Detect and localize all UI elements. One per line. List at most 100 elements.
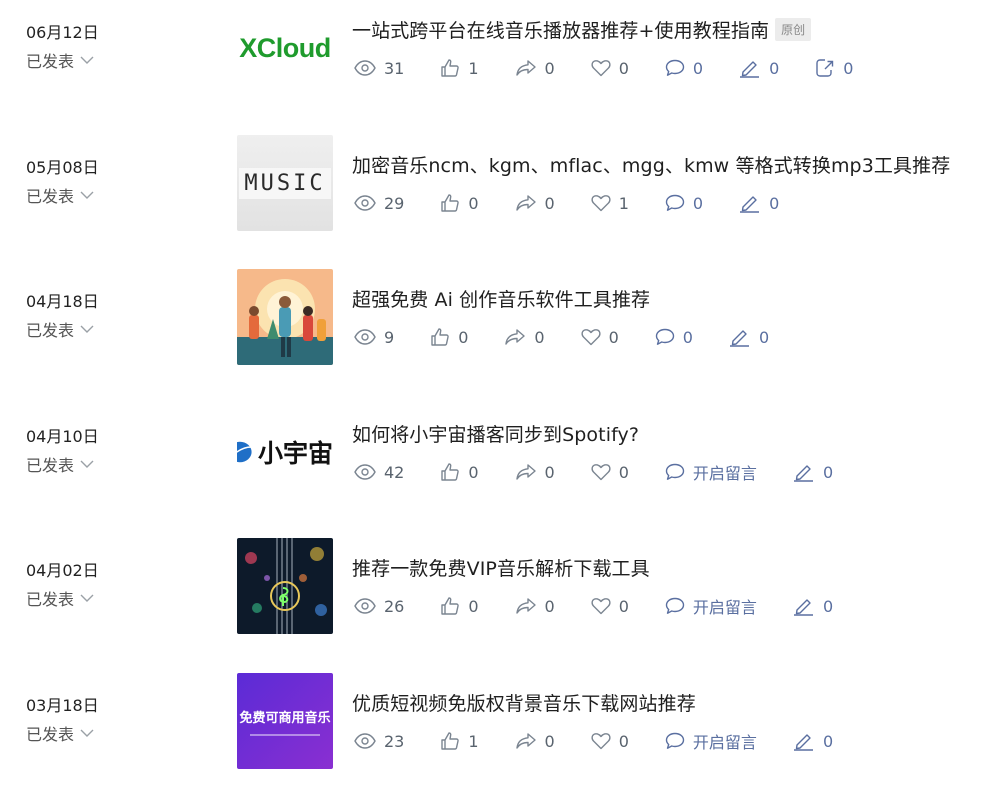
favorites-stat[interactable]: 0 — [591, 463, 629, 482]
article-stats: 23 1 0 0 开启留言 0 — [354, 729, 869, 753]
article-thumbnail[interactable]: 免费可商用音乐 — [237, 673, 333, 769]
article-list: 06月12日 已发表 XCloud 一站式跨平台在线音乐播放器推荐+使用教程指南… — [0, 0, 995, 791]
status-dropdown[interactable]: 已发表 — [26, 317, 136, 341]
title-line: 优质短视频免版权背景音乐下载网站推荐 — [352, 687, 696, 717]
share-arrow-icon — [515, 732, 537, 750]
pencil-icon — [739, 58, 761, 78]
shares-stat[interactable]: 0 — [515, 463, 555, 482]
article-thumbnail[interactable]: XCloud — [237, 0, 333, 96]
status-dropdown[interactable]: 已发表 — [26, 48, 136, 72]
date-column: 06月12日 已发表 — [26, 22, 136, 72]
open-comments-button[interactable]: 开启留言 — [665, 594, 757, 618]
views-stat[interactable]: 23 — [354, 732, 404, 751]
publish-date: 04月18日 — [26, 292, 99, 311]
status-label: 已发表 — [26, 52, 75, 71]
share-arrow-icon — [504, 328, 526, 346]
edits-stat[interactable]: 0 — [739, 193, 779, 213]
pencil-icon — [729, 327, 751, 347]
eye-icon — [354, 464, 376, 480]
eye-icon — [354, 598, 376, 614]
title-line: 推荐一款免费VIP音乐解析下载工具 — [352, 552, 650, 582]
status-label: 已发表 — [26, 321, 75, 340]
article-stats: 31 1 0 0 0 0 0 — [354, 56, 889, 80]
edits-count: 0 — [769, 193, 780, 213]
shares-stat[interactable]: 0 — [504, 327, 545, 347]
reposts-stat[interactable]: 0 — [815, 58, 853, 78]
likes-count: 0 — [468, 193, 479, 213]
date-column: 05月08日 已发表 — [26, 157, 136, 207]
comments-stat[interactable]: 0 — [665, 194, 703, 213]
chevron-down-icon — [80, 190, 94, 200]
likes-stat[interactable]: 1 — [440, 58, 479, 78]
date-column: 04月18日 已发表 — [26, 291, 136, 341]
shares-count: 0 — [534, 327, 545, 347]
shares-count: 0 — [544, 731, 555, 751]
article-row: 04月10日 已发表 小宇宙 如何将小宇宙播客同步到Spotify? 42 0 … — [0, 404, 995, 504]
views-stat[interactable]: 26 — [354, 597, 404, 616]
share-arrow-icon — [515, 194, 537, 212]
thumbs-up-icon — [440, 193, 460, 213]
views-count: 42 — [384, 462, 405, 482]
favorites-stat[interactable]: 0 — [591, 59, 629, 78]
edits-stat[interactable]: 0 — [793, 731, 833, 751]
edits-stat[interactable]: 0 — [793, 596, 833, 616]
status-dropdown[interactable]: 已发表 — [26, 586, 136, 610]
share-arrow-icon — [515, 59, 537, 77]
status-dropdown[interactable]: 已发表 — [26, 721, 136, 745]
article-stats: 29 0 0 1 0 0 — [354, 191, 815, 215]
open-comments-button[interactable]: 开启留言 — [665, 460, 757, 484]
favorites-count: 0 — [618, 462, 629, 482]
views-stat[interactable]: 42 — [354, 463, 404, 482]
comment-icon — [665, 597, 685, 615]
guitar-music-illustration — [237, 538, 333, 634]
article-title[interactable]: 如何将小宇宙播客同步到Spotify? — [352, 420, 639, 447]
likes-stat[interactable]: 0 — [440, 193, 479, 213]
chevron-down-icon — [80, 728, 94, 738]
shares-stat[interactable]: 0 — [515, 597, 555, 616]
article-title[interactable]: 加密音乐ncm、kgm、mflac、mgg、kmw 等格式转换mp3工具推荐 — [352, 151, 950, 178]
favorites-stat[interactable]: 0 — [591, 732, 629, 751]
open-comments-button[interactable]: 开启留言 — [665, 729, 757, 753]
article-row: 06月12日 已发表 XCloud 一站式跨平台在线音乐播放器推荐+使用教程指南… — [0, 0, 995, 100]
thumbs-up-icon — [440, 58, 460, 78]
views-stat[interactable]: 31 — [354, 59, 404, 78]
likes-stat[interactable]: 1 — [440, 731, 479, 751]
edits-stat[interactable]: 0 — [729, 327, 769, 347]
favorites-stat[interactable]: 0 — [581, 328, 619, 347]
article-thumbnail[interactable] — [237, 269, 333, 365]
article-title[interactable]: 超强免费 Ai 创作音乐软件工具推荐 — [352, 285, 650, 312]
favorites-stat[interactable]: 0 — [591, 597, 629, 616]
article-title[interactable]: 推荐一款免费VIP音乐解析下载工具 — [352, 554, 650, 581]
article-stats: 26 0 0 0 开启留言 0 — [354, 594, 869, 618]
repost-icon — [815, 58, 835, 78]
edits-stat[interactable]: 0 — [793, 462, 833, 482]
article-thumbnail[interactable]: 小宇宙 — [237, 404, 333, 500]
article-title[interactable]: 优质短视频免版权背景音乐下载网站推荐 — [352, 689, 696, 716]
views-stat[interactable]: 9 — [354, 328, 394, 347]
comments-stat[interactable]: 0 — [655, 328, 693, 347]
shares-count: 0 — [544, 596, 555, 616]
edits-stat[interactable]: 0 — [739, 58, 779, 78]
views-count: 23 — [384, 731, 405, 751]
article-thumbnail[interactable] — [237, 538, 333, 634]
likes-stat[interactable]: 0 — [440, 596, 479, 616]
article-title[interactable]: 一站式跨平台在线音乐播放器推荐+使用教程指南 — [352, 16, 769, 43]
favorites-count: 1 — [618, 193, 629, 213]
shares-stat[interactable]: 0 — [515, 194, 555, 213]
thumbs-up-icon — [440, 462, 460, 482]
favorites-stat[interactable]: 1 — [591, 194, 629, 213]
shares-stat[interactable]: 0 — [515, 732, 555, 751]
status-dropdown[interactable]: 已发表 — [26, 452, 136, 476]
views-count: 29 — [384, 193, 405, 213]
likes-stat[interactable]: 0 — [430, 327, 468, 347]
article-thumbnail[interactable]: MUSIC — [237, 135, 333, 231]
title-line: 超强免费 Ai 创作音乐软件工具推荐 — [352, 283, 650, 313]
views-count: 26 — [384, 596, 405, 616]
comments-stat[interactable]: 0 — [665, 59, 703, 78]
views-stat[interactable]: 29 — [354, 194, 404, 213]
status-dropdown[interactable]: 已发表 — [26, 183, 136, 207]
likes-stat[interactable]: 0 — [440, 462, 479, 482]
shares-stat[interactable]: 0 — [515, 59, 555, 78]
open-comments-label: 开启留言 — [692, 598, 757, 617]
publish-date: 05月08日 — [26, 158, 99, 177]
